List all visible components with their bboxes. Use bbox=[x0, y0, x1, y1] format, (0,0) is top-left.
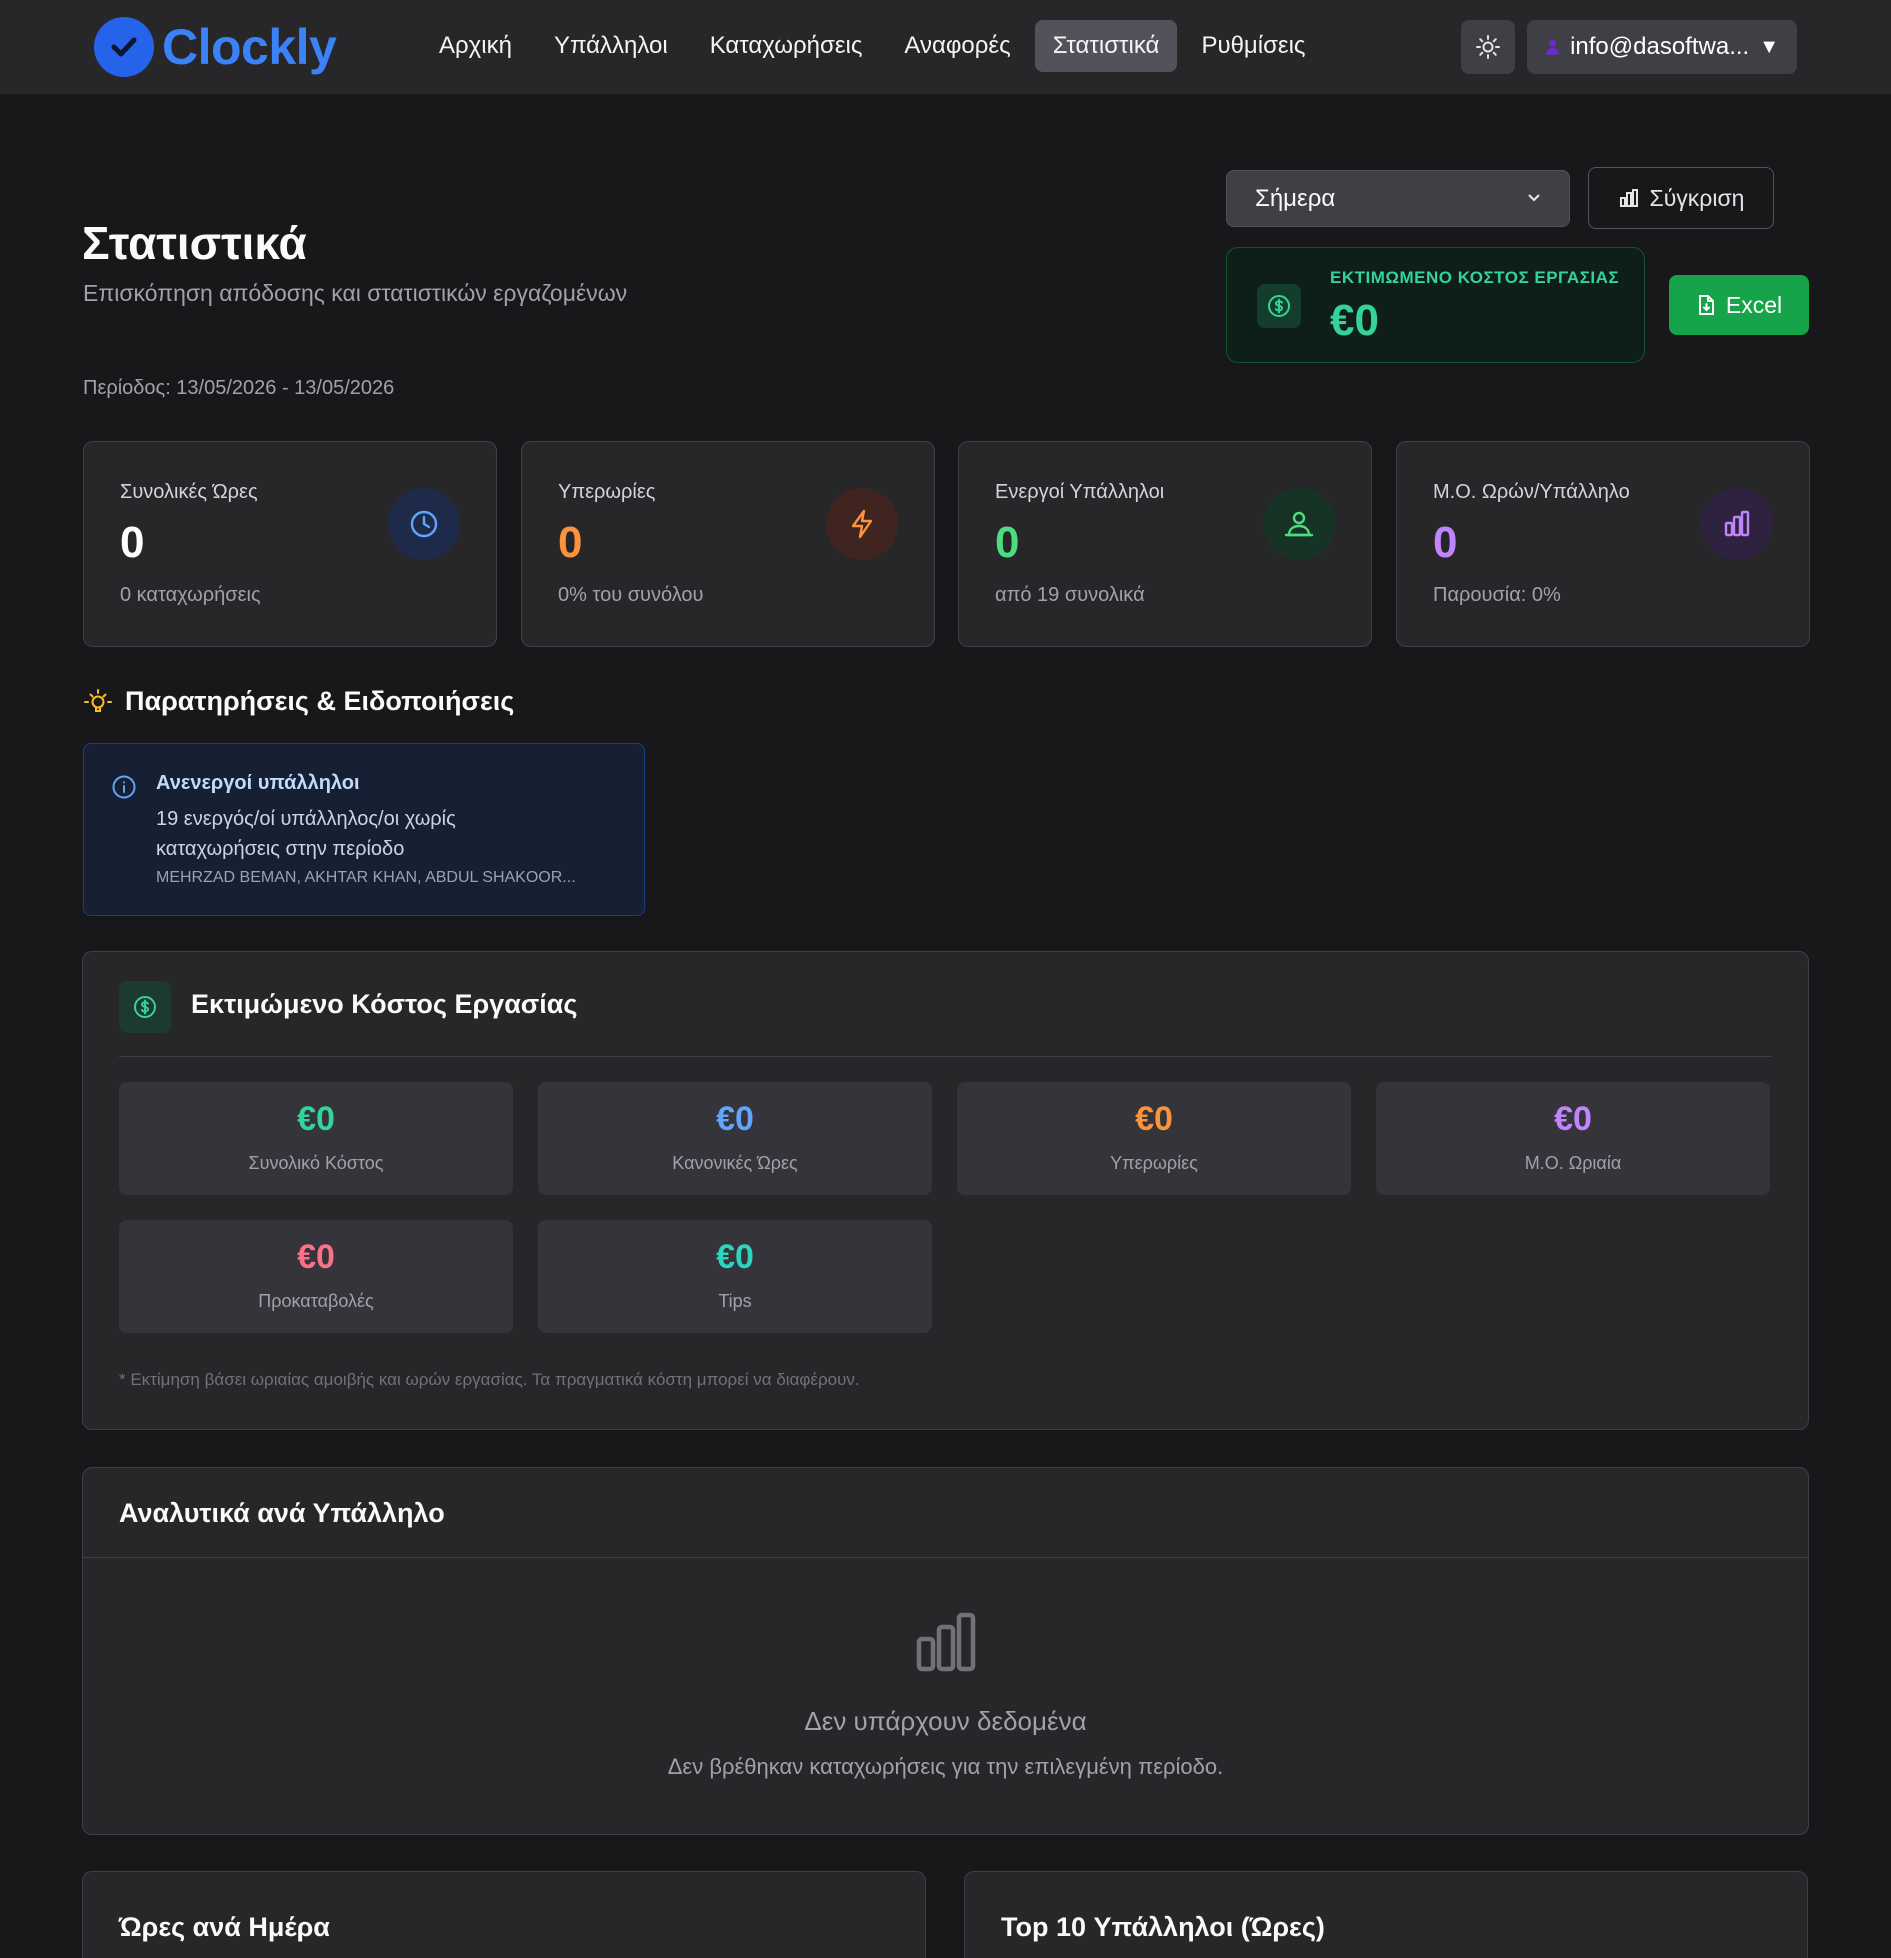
stat-label: Ενεργοί Υπάλληλοι bbox=[995, 481, 1165, 503]
theme-toggle-button[interactable] bbox=[1461, 20, 1515, 74]
page-title: Στατιστικά bbox=[82, 217, 307, 269]
labor-cost-title: Εκτιμώμενο Κόστος Εργασίας bbox=[191, 989, 578, 1019]
cost-label: Μ.Ο. Ωριαία bbox=[1524, 1153, 1622, 1173]
clock-icon bbox=[388, 488, 460, 560]
dollar-icon bbox=[1257, 284, 1301, 328]
cost-value: €0 bbox=[716, 1100, 754, 1138]
per-employee-title: Αναλυτικά ανά Υπάλληλο bbox=[119, 1498, 445, 1528]
cost-item-avg-hourly: €0 Μ.Ο. Ωριαία bbox=[1376, 1082, 1770, 1195]
excel-label: Excel bbox=[1725, 291, 1783, 318]
chevron-down-icon bbox=[1527, 190, 1541, 208]
cost-item-total: €0 Συνολικό Κόστος bbox=[119, 1082, 513, 1195]
cost-label: Συνολικό Κόστος bbox=[248, 1153, 384, 1173]
stat-value: 0 bbox=[558, 518, 583, 567]
cost-item-advances: €0 Προκαταβολές bbox=[119, 1220, 513, 1333]
nav-item-entries[interactable]: Καταχωρήσεις bbox=[692, 20, 881, 72]
period-select[interactable]: Σήμερα bbox=[1226, 170, 1570, 227]
stat-card-overtime: Υπερωρίες 0 0% του συνόλου bbox=[521, 441, 935, 647]
hours-per-day-card: Ώρες ανά Ημέρα bbox=[82, 1871, 926, 1958]
cost-item-tips: €0 Tips bbox=[538, 1220, 932, 1333]
compare-button[interactable]: Σύγκριση bbox=[1588, 167, 1774, 229]
bar-chart-icon bbox=[1701, 488, 1773, 560]
compare-label: Σύγκριση bbox=[1649, 184, 1745, 211]
stat-sub: Παρουσία: 0% bbox=[1433, 584, 1561, 606]
stat-sub: από 19 συνολικά bbox=[995, 584, 1145, 606]
bar-chart-icon bbox=[1619, 189, 1638, 207]
users-icon bbox=[1263, 488, 1335, 560]
stat-label: Υπερωρίες bbox=[558, 481, 656, 503]
estimated-cost-label: ΕΚΤΙΜΩΜΕΝΟ ΚΟΣΤΟΣ ΕΡΓΑΣΙΑΣ bbox=[1330, 268, 1620, 287]
observations-heading: Παρατηρήσεις & Ειδοποιήσεις bbox=[83, 686, 514, 717]
cost-item-regular-hours: €0 Κανονικές Ώρες bbox=[538, 1082, 932, 1195]
user-menu-button[interactable]: info@dasoftwa... ▼ bbox=[1527, 20, 1797, 74]
cost-label: Προκαταβολές bbox=[258, 1291, 374, 1311]
top10-employees-title: Top 10 Υπάλληλοι (Ώρες) bbox=[1001, 1912, 1325, 1942]
cost-value: €0 bbox=[297, 1238, 335, 1276]
user-email: info@dasoftwa... bbox=[1570, 33, 1750, 60]
period-range: Περίοδος: 13/05/2026 - 13/05/2026 bbox=[83, 377, 395, 399]
dollar-icon bbox=[119, 981, 171, 1033]
empty-state-title: Δεν υπάρχουν δεδομένα bbox=[804, 1706, 1087, 1736]
top10-employees-card: Top 10 Υπάλληλοι (Ώρες) bbox=[964, 1871, 1808, 1958]
cost-item-overtime: €0 Υπερωρίες bbox=[957, 1082, 1351, 1195]
nav-item-home[interactable]: Αρχική bbox=[421, 20, 530, 72]
stat-card-active-employees: Ενεργοί Υπάλληλοι 0 από 19 συνολικά bbox=[958, 441, 1372, 647]
stat-value: 0 bbox=[1433, 518, 1458, 567]
caret-down-icon: ▼ bbox=[1759, 35, 1779, 58]
main-nav: Αρχική Υπάλληλοι Καταχωρήσεις Αναφορές Σ… bbox=[421, 20, 1330, 72]
file-download-icon bbox=[1698, 295, 1714, 315]
alert-names: MEHRZAD BEMAN, AKHTAR KHAN, ABDUL SHAKOO… bbox=[156, 869, 576, 886]
labor-cost-panel: Εκτιμώμενο Κόστος Εργασίας €0 Συνολικό Κ… bbox=[82, 951, 1809, 1430]
cost-value: €0 bbox=[1554, 1100, 1592, 1138]
sun-icon bbox=[1476, 35, 1500, 59]
cost-value: €0 bbox=[716, 1238, 754, 1276]
alert-text: 19 ενεργός/οί υπάλληλος/οι χωρίς καταχωρ… bbox=[156, 808, 456, 860]
cost-label: Υπερωρίες bbox=[1110, 1153, 1198, 1173]
estimated-cost-summary: ΕΚΤΙΜΩΜΕΝΟ ΚΟΣΤΟΣ ΕΡΓΑΣΙΑΣ €0 bbox=[1226, 247, 1645, 363]
stat-card-avg-hours: Μ.Ο. Ωρών/Υπάλληλο 0 Παρουσία: 0% bbox=[1396, 441, 1810, 647]
divider bbox=[119, 1056, 1772, 1057]
divider bbox=[83, 1557, 1808, 1558]
cost-value: €0 bbox=[1135, 1100, 1173, 1138]
user-icon bbox=[1546, 40, 1559, 55]
cost-label: Tips bbox=[718, 1291, 752, 1311]
cost-disclaimer: * Εκτίμηση βάσει ωριαίας αμοιβής και ωρώ… bbox=[119, 1370, 860, 1389]
brand-logo[interactable]: Clockly bbox=[94, 16, 337, 78]
stat-sub: 0% του συνόλου bbox=[558, 584, 704, 606]
estimated-cost-value: €0 bbox=[1330, 296, 1379, 345]
page-subtitle: Επισκόπηση απόδοσης και στατιστικών εργα… bbox=[83, 280, 628, 306]
alert-title: Ανενεργοί υπάλληλοι bbox=[156, 772, 360, 794]
check-icon bbox=[94, 17, 154, 77]
stat-sub: 0 καταχωρήσεις bbox=[120, 584, 261, 606]
nav-item-employees[interactable]: Υπάλληλοι bbox=[536, 20, 686, 72]
hours-per-day-title: Ώρες ανά Ημέρα bbox=[119, 1912, 330, 1942]
stat-label: Μ.Ο. Ωρών/Υπάλληλο bbox=[1433, 481, 1630, 503]
excel-export-button[interactable]: Excel bbox=[1669, 275, 1809, 335]
stat-value: 0 bbox=[995, 518, 1020, 567]
nav-item-reports[interactable]: Αναφορές bbox=[886, 20, 1028, 72]
per-employee-panel: Αναλυτικά ανά Υπάλληλο Δεν υπάρχουν δεδο… bbox=[82, 1467, 1809, 1835]
bolt-icon bbox=[826, 488, 898, 560]
inactive-employees-alert: Ανενεργοί υπάλληλοι 19 ενεργός/οί υπάλλη… bbox=[83, 743, 645, 916]
bar-chart-icon bbox=[915, 1611, 977, 1678]
stat-label: Συνολικές Ώρες bbox=[120, 481, 258, 503]
empty-state-text: Δεν βρέθηκαν καταχωρήσεις για την επιλεγ… bbox=[667, 1754, 1224, 1779]
cost-value: €0 bbox=[297, 1100, 335, 1138]
cost-label: Κανονικές Ώρες bbox=[672, 1153, 798, 1173]
nav-item-statistics[interactable]: Στατιστικά bbox=[1034, 20, 1178, 72]
nav-item-settings[interactable]: Ρυθμίσεις bbox=[1183, 20, 1323, 72]
period-select-value: Σήμερα bbox=[1255, 184, 1336, 212]
observations-title: Παρατηρήσεις & Ειδοποιήσεις bbox=[125, 686, 515, 716]
info-icon bbox=[111, 774, 137, 805]
lightbulb-icon bbox=[84, 688, 112, 712]
stat-value: 0 bbox=[120, 518, 145, 567]
top-navbar: Clockly Αρχική Υπάλληλοι Καταχωρήσεις Αν… bbox=[0, 0, 1891, 94]
brand-name: Clockly bbox=[162, 19, 337, 75]
stat-card-total-hours: Συνολικές Ώρες 0 0 καταχωρήσεις bbox=[83, 441, 497, 647]
